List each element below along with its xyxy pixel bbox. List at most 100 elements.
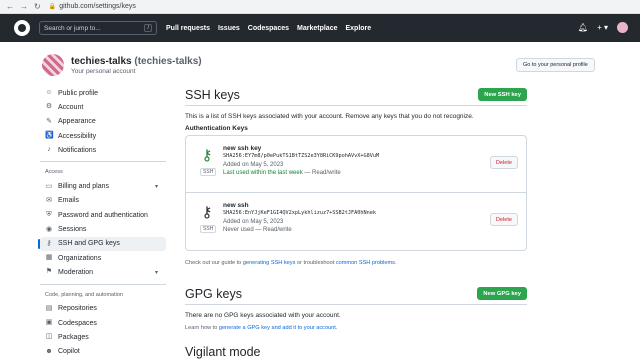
sidebar-item-label: Organizations bbox=[58, 254, 102, 262]
sidebar-item-label: Copilot bbox=[58, 348, 80, 356]
sidebar-item-password-and-authentication[interactable]: ⛨ Password and authentication bbox=[40, 208, 166, 222]
main-content: SSH keys New SSH key This is a list of S… bbox=[185, 84, 527, 359]
gear-icon: ⚙ bbox=[45, 103, 53, 111]
sidebar-item-label: Public profile bbox=[58, 89, 99, 97]
key-title: new ssh key bbox=[223, 145, 262, 152]
nav-codespaces[interactable]: Codespaces bbox=[248, 25, 289, 32]
ssh-keys-title: SSH keys bbox=[185, 87, 240, 102]
gpg-learn-post: . bbox=[335, 325, 338, 331]
sidebar-item-repositories[interactable]: ▤ Repositories bbox=[40, 302, 166, 316]
sidebar-item-label: SSH and GPG keys bbox=[58, 240, 120, 248]
sidebar-item-label: Password and authentication bbox=[58, 211, 148, 219]
address-bar[interactable]: 🔒 github.com/settings/keys bbox=[49, 3, 136, 10]
gpg-section-header: GPG keys New GPG key bbox=[185, 283, 527, 305]
ssh-intro-text: This is a list of SSH keys associated wi… bbox=[185, 113, 474, 120]
github-header: Search or jump to... / Pull requests Iss… bbox=[0, 14, 640, 42]
key-icon: ⚷ bbox=[46, 239, 52, 247]
accessibility-icon: ♿ bbox=[45, 132, 54, 140]
new-ssh-key-button[interactable]: New SSH key bbox=[478, 88, 527, 101]
auth-keys-heading: Authentication Keys bbox=[185, 125, 248, 132]
paintbrush-icon: ✎ bbox=[46, 117, 52, 125]
chevron-down-icon: ▾ bbox=[154, 184, 158, 191]
go-to-profile-button[interactable]: Go to your personal profile bbox=[516, 58, 595, 72]
nav-pull-requests[interactable]: Pull requests bbox=[166, 25, 210, 32]
key-usage: Last used within the last week — Read/wr… bbox=[223, 169, 379, 178]
repo-icon: ▤ bbox=[45, 304, 53, 312]
sidebar-item-appearance[interactable]: ✎ Appearance bbox=[40, 115, 166, 129]
sidebar-heading-access: Access bbox=[45, 169, 63, 176]
settings-sidebar: ☺ Public profile ⚙ Account ✎ Appearance ♿ Acces… bbox=[38, 86, 166, 359]
vigilant-mode-title: Vigilant mode bbox=[185, 345, 261, 359]
delete-key-button[interactable]: Delete bbox=[489, 213, 518, 226]
header-actions: 🔔︎ + ▾ bbox=[578, 22, 628, 33]
sidebar-item-sessions[interactable]: ◉ Sessions bbox=[40, 222, 166, 236]
forward-arrow-icon[interactable]: → bbox=[20, 2, 28, 11]
sidebar-item-label: Notifications bbox=[58, 146, 97, 154]
generate-gpg-key-link[interactable]: generate a GPG key and add it to your ac… bbox=[219, 325, 336, 331]
sidebar-item-accessibility[interactable]: ♿ Accessibility bbox=[40, 129, 166, 143]
new-gpg-key-button[interactable]: New GPG key bbox=[477, 287, 527, 300]
key-fingerprint: SHA256:EY7m8/p0ePukTS1BtTZS2e3Y8RiCK9poh… bbox=[223, 153, 380, 160]
sidebar-item-label: Sessions bbox=[58, 226, 87, 234]
profile-subtitle: Your personal account bbox=[71, 67, 136, 75]
key-last-used: Last used within the last week bbox=[223, 170, 303, 177]
search-input[interactable]: Search or jump to... / bbox=[39, 21, 157, 35]
generating-ssh-keys-link[interactable]: generating SSH keys bbox=[243, 260, 296, 266]
sidebar-item-label: Accessibility bbox=[58, 132, 97, 140]
nav-explore[interactable]: Explore bbox=[345, 25, 371, 32]
back-arrow-icon[interactable]: ← bbox=[6, 2, 14, 11]
sidebar-heading-code: Code, planning, and automation bbox=[45, 291, 123, 298]
report-icon: ⚑ bbox=[45, 268, 53, 276]
nav-marketplace[interactable]: Marketplace bbox=[297, 25, 337, 32]
sidebar-item-copilot[interactable]: ☻ Copilot bbox=[40, 344, 166, 358]
key-icon: ⚷ bbox=[201, 204, 213, 221]
sidebar-item-ssh-and-gpg-keys[interactable]: ⚷ SSH and GPG keys bbox=[38, 236, 166, 251]
profile-header: techies-talks (techies-talks) Your perso… bbox=[42, 54, 202, 76]
key-icon: ⚷ bbox=[201, 147, 213, 164]
key-usage: Never used — Read/write bbox=[223, 226, 376, 235]
search-shortcut-badge: / bbox=[144, 24, 152, 32]
sidebar-item-label: Repositories bbox=[58, 305, 97, 313]
github-logo-icon[interactable] bbox=[14, 20, 30, 36]
sidebar-item-public-profile[interactable]: ☺ Public profile bbox=[40, 86, 166, 100]
create-new-button[interactable]: + ▾ bbox=[597, 23, 608, 32]
search-placeholder: Search or jump to... bbox=[44, 24, 101, 32]
chevron-down-icon: ▾ bbox=[154, 269, 158, 276]
copilot-icon: ☻ bbox=[45, 347, 53, 355]
mail-icon: ✉ bbox=[46, 196, 52, 204]
codespaces-icon: ▣ bbox=[45, 319, 53, 326]
sidebar-item-organizations[interactable]: ▦ Organizations bbox=[40, 251, 166, 265]
sidebar-item-emails[interactable]: ✉ Emails bbox=[40, 194, 166, 208]
bell-icon[interactable]: 🔔︎ bbox=[578, 23, 588, 32]
guide-text-mid: or troubleshoot bbox=[295, 260, 336, 266]
ssh-section-header: SSH keys New SSH key bbox=[185, 84, 527, 106]
ssh-badge: SSH bbox=[200, 225, 217, 233]
sidebar-item-notifications[interactable]: ♪ Notifications bbox=[40, 143, 166, 157]
credit-card-icon: ▭ bbox=[45, 182, 53, 190]
sidebar-item-label: Moderation bbox=[58, 268, 94, 276]
address-bar-url[interactable]: github.com/settings/keys bbox=[59, 3, 136, 10]
common-ssh-problems-link[interactable]: common SSH problems bbox=[336, 260, 395, 266]
gpg-empty-text: There are no GPG keys associated with yo… bbox=[185, 312, 341, 319]
nav-issues[interactable]: Issues bbox=[218, 25, 240, 32]
delete-key-button[interactable]: Delete bbox=[489, 156, 518, 169]
lock-icon: 🔒 bbox=[48, 4, 57, 10]
key-fingerprint: SHA256:EnYJjKeF1GI4QV2xpLykhlizuz7+SSB2t… bbox=[223, 210, 377, 217]
sidebar-divider bbox=[40, 161, 166, 163]
ssh-keys-list: ⚷ SSH new ssh key SHA256:EY7m8/p0ePukTS1BtT… bbox=[185, 135, 527, 251]
shield-lock-icon: ⛨ bbox=[46, 211, 52, 219]
guide-text-pre: Check out our guide to bbox=[185, 260, 243, 266]
reload-icon[interactable]: ↻ bbox=[34, 2, 41, 11]
profile-handle: (techies-talks) bbox=[134, 55, 202, 67]
sidebar-item-account[interactable]: ⚙ Account bbox=[40, 100, 166, 114]
sidebar-item-moderation[interactable]: ⚑ Moderation ▾ bbox=[40, 265, 166, 279]
profile-avatar bbox=[42, 54, 64, 76]
sidebar-item-codespaces[interactable]: ▣ Codespaces bbox=[40, 316, 166, 330]
ssh-key-row: ⚷ SSH new ssh key SHA256:EY7m8/p0ePukTS1BtT… bbox=[186, 136, 526, 193]
sidebar-item-packages[interactable]: ◫ Packages bbox=[40, 330, 166, 344]
ssh-badge: SSH bbox=[200, 168, 217, 176]
sidebar-item-billing-and-plans[interactable]: ▭ Billing and plans ▾ bbox=[40, 179, 166, 193]
organization-icon: ▦ bbox=[45, 254, 53, 262]
avatar[interactable] bbox=[617, 22, 628, 33]
key-access: — Read/write bbox=[302, 170, 341, 177]
